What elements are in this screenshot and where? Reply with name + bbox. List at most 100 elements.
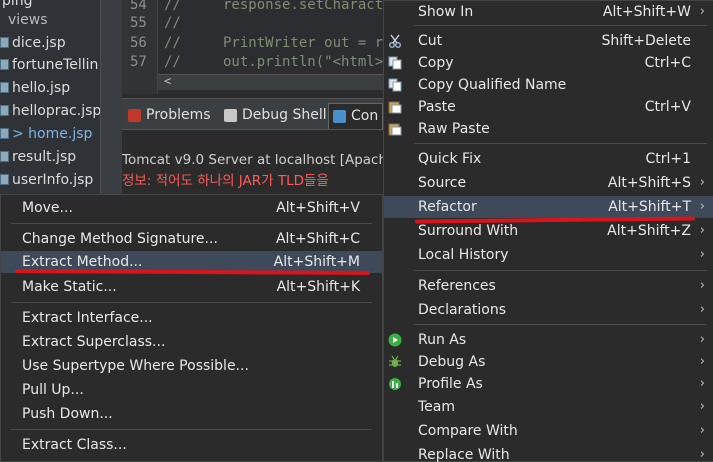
console-header: Tomcat v9.0 Server at localhost [Apache xyxy=(122,152,396,168)
menu-item-shortcut: Alt+Shift+K xyxy=(276,279,360,295)
menu-item-change-method-signature[interactable]: Change Method Signature... Alt+Shift+C xyxy=(1,228,382,250)
explorer-item-hello[interactable]: hello.jsp xyxy=(0,77,70,99)
menu-item-label: Refactor xyxy=(418,199,477,215)
tab-debug-shell[interactable]: Debug Shell xyxy=(220,103,331,129)
menu-item-label: Compare With xyxy=(418,423,518,439)
jsp-file-icon xyxy=(0,105,9,116)
menu-item-label: Replace With xyxy=(418,447,510,462)
console-error-line: 정보: 적어도 하나의 JAR가 TLD들을 xyxy=(122,173,329,189)
menu-separator xyxy=(11,429,372,430)
menu-item-label: Copy Qualified Name xyxy=(418,77,567,93)
menu-item-cut[interactable]: Cut Shift+Delete xyxy=(384,30,713,52)
menu-separator xyxy=(11,302,372,303)
chevron-right-icon: › xyxy=(699,4,705,19)
menu-item-label: Declarations xyxy=(418,302,507,318)
code-editor[interactable]: 54// response.setCharact 55// 56// Print… xyxy=(122,0,414,94)
tab-label: Problems xyxy=(146,107,211,123)
menu-item-label: Debug As xyxy=(418,354,486,370)
menu-item-compare-with[interactable]: Compare With › xyxy=(384,420,713,442)
explorer-item-label: views xyxy=(8,12,48,28)
code-text: // response.setCharact xyxy=(164,0,384,13)
menu-item-copy-qualified-name[interactable]: Copy Qualified Name xyxy=(384,74,713,96)
menu-item-profile-as[interactable]: Profile As › xyxy=(384,373,713,395)
menu-item-show-in[interactable]: Show In Alt+Shift+W › xyxy=(384,1,713,23)
chevron-right-icon: › xyxy=(699,423,705,438)
menu-item-make-static[interactable]: Make Static... Alt+Shift+K xyxy=(1,276,382,298)
bug-icon xyxy=(389,355,401,367)
menu-item-extract-superclass[interactable]: Extract Superclass... xyxy=(1,331,382,353)
explorer-item-label: ping xyxy=(2,0,33,9)
jsp-file-icon xyxy=(0,128,9,139)
explorer-item-result[interactable]: result.jsp xyxy=(0,146,76,168)
menu-item-local-history[interactable]: Local History › xyxy=(384,244,713,266)
code-text: // xyxy=(164,15,181,31)
menu-separator xyxy=(11,223,372,224)
menu-separator xyxy=(414,324,707,325)
editor-context-menu: Show In Alt+Shift+W › Cut Shift+Delete Copy… xyxy=(383,0,713,462)
scissors-icon xyxy=(389,34,401,48)
editor-horizontal-scrollbar[interactable]: < xyxy=(158,74,414,90)
line-number: 57 xyxy=(130,54,147,70)
menu-item-quick-fix[interactable]: Quick Fix Ctrl+1 xyxy=(384,148,713,170)
explorer-item-helloprac[interactable]: helloprac.jsp xyxy=(0,100,101,122)
menu-item-team[interactable]: Team › xyxy=(384,396,713,418)
menu-item-copy[interactable]: Copy Ctrl+C xyxy=(384,52,713,74)
menu-item-replace-with[interactable]: Replace With › xyxy=(384,444,713,462)
jsp-file-icon xyxy=(0,174,9,185)
menu-item-shortcut: Ctrl+1 xyxy=(645,151,691,167)
menu-item-debug-as[interactable]: Debug As › xyxy=(384,351,713,373)
explorer-item-dice[interactable]: dice.jsp xyxy=(0,32,66,54)
menu-item-shortcut: Alt+Shift+W xyxy=(602,4,691,20)
menu-item-shortcut: Alt+Shift+C xyxy=(275,231,360,247)
profile-icon xyxy=(389,378,401,390)
explorer-item-label: userInfo.jsp xyxy=(12,172,94,188)
explorer-item-home[interactable]: > home.jsp xyxy=(0,123,92,145)
menu-item-extract-interface[interactable]: Extract Interface... xyxy=(1,307,382,329)
menu-item-declarations[interactable]: Declarations › xyxy=(384,299,713,321)
menu-item-pull-up[interactable]: Pull Up... xyxy=(1,379,382,401)
debug-shell-icon xyxy=(224,109,237,122)
menu-item-move[interactable]: Move... Alt+Shift+V xyxy=(1,197,382,219)
tab-problems[interactable]: Problems xyxy=(124,103,215,129)
menu-separator xyxy=(414,25,707,26)
jsp-file-icon xyxy=(0,59,9,70)
jsp-file-icon xyxy=(0,37,9,48)
code-text: // out.println("<html> xyxy=(164,54,384,70)
menu-item-label: Source xyxy=(418,175,467,191)
explorer-folder-views[interactable]: views xyxy=(8,9,48,31)
tab-label: Debug Shell xyxy=(242,107,327,123)
tab-console[interactable]: Con xyxy=(328,103,384,129)
line-number: 56 xyxy=(130,35,147,51)
menu-item-label: Team xyxy=(418,399,456,415)
menu-item-label: References xyxy=(418,278,496,294)
menu-item-refactor[interactable]: Refactor Alt+Shift+T › xyxy=(384,196,713,218)
menu-item-label: Cut xyxy=(418,33,443,49)
menu-item-surround-with[interactable]: Surround With Alt+Shift+Z › xyxy=(384,220,713,242)
menu-item-run-as[interactable]: Run As › xyxy=(384,329,713,351)
menu-item-paste[interactable]: Paste Ctrl+V xyxy=(384,96,713,118)
explorer-item-fortune[interactable]: fortuneTellin xyxy=(0,54,98,76)
run-icon xyxy=(388,333,402,347)
jsp-file-icon xyxy=(0,151,9,162)
line-number: 55 xyxy=(130,15,147,31)
menu-item-label: Extract Interface... xyxy=(22,310,153,326)
menu-item-label: Pull Up... xyxy=(22,382,84,398)
menu-item-push-down[interactable]: Push Down... xyxy=(1,403,382,425)
menu-item-source[interactable]: Source Alt+Shift+S › xyxy=(384,172,713,194)
scroll-left-icon[interactable]: < xyxy=(164,74,171,88)
explorer-item-userinfo[interactable]: userInfo.jsp xyxy=(0,169,93,191)
explorer-item-label: fortuneTellin xyxy=(12,57,99,73)
menu-item-extract-class[interactable]: Extract Class... xyxy=(1,434,382,456)
menu-item-raw-paste[interactable]: Raw Paste xyxy=(384,118,713,140)
chevron-right-icon: › xyxy=(699,332,705,347)
menu-item-label: Quick Fix xyxy=(418,151,482,167)
explorer-scrollbar[interactable] xyxy=(100,0,122,194)
menu-item-shortcut: Alt+Shift+V xyxy=(276,200,360,216)
jsp-file-icon xyxy=(0,82,9,93)
menu-item-references[interactable]: References › xyxy=(384,275,713,297)
menu-item-use-supertype[interactable]: Use Supertype Where Possible... xyxy=(1,355,382,377)
menu-item-shortcut: Ctrl+C xyxy=(644,55,691,71)
menu-item-label: Show In xyxy=(418,4,474,20)
menu-item-shortcut: Alt+Shift+S xyxy=(607,175,691,191)
menu-item-label: Extract Superclass... xyxy=(22,334,166,350)
